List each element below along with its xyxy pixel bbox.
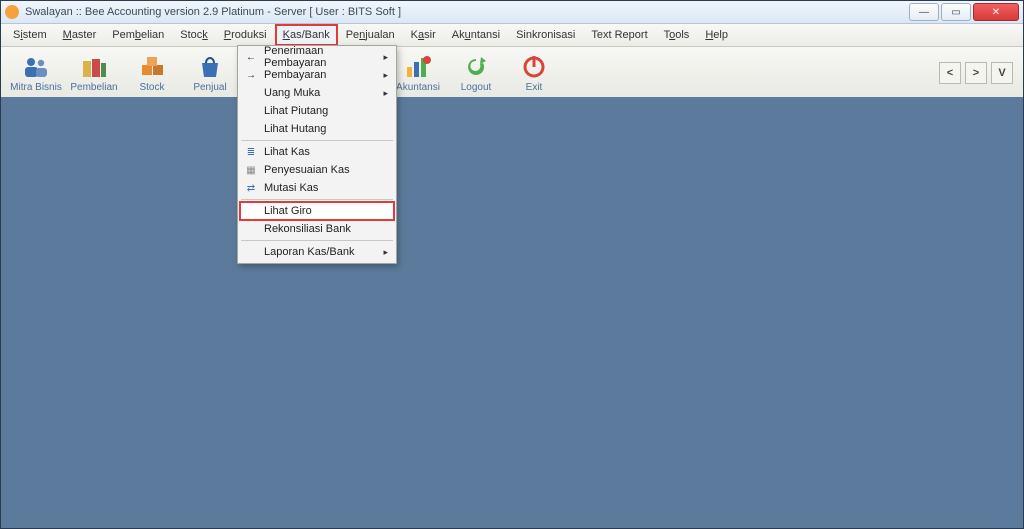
- dd-mutasi-kas[interactable]: ⇄ Mutasi Kas: [240, 179, 394, 197]
- workspace-area: [1, 97, 1023, 528]
- list-icon: ≣: [244, 145, 258, 159]
- toolbar-pembelian[interactable]: Pembelian: [65, 48, 123, 98]
- menu-stock[interactable]: Stock: [172, 24, 216, 46]
- app-icon: [5, 5, 19, 19]
- dd-label: Lihat Kas: [264, 146, 310, 158]
- people-icon: [21, 54, 51, 80]
- menu-akuntansi[interactable]: Akuntansi: [444, 24, 508, 46]
- dd-lihat-piutang[interactable]: Lihat Piutang: [240, 102, 394, 120]
- toolbar-label: Penjual: [193, 82, 226, 93]
- dd-uang-muka[interactable]: Uang Muka ▸: [240, 84, 394, 102]
- close-button[interactable]: ✕: [973, 3, 1019, 21]
- nav-dropdown-button[interactable]: V: [991, 62, 1013, 84]
- menu-text-report[interactable]: Text Report: [583, 24, 655, 46]
- toolbar-label: Pembelian: [70, 82, 117, 93]
- menu-produksi[interactable]: Produksi: [216, 24, 275, 46]
- dd-label: Lihat Piutang: [264, 105, 328, 117]
- dd-label: Pembayaran: [264, 69, 326, 81]
- dd-label: Lihat Giro: [264, 205, 312, 217]
- nav-next-button[interactable]: >: [965, 62, 987, 84]
- dd-laporan-kas-bank[interactable]: Laporan Kas/Bank ▸: [240, 243, 394, 261]
- dd-rekonsiliasi-bank[interactable]: Rekonsiliasi Bank: [240, 220, 394, 238]
- dd-label: Rekonsiliasi Bank: [264, 223, 351, 235]
- dropdown-separator: [241, 199, 393, 200]
- menu-bar: Sistem Master Pembelian Stock Produksi K…: [1, 24, 1023, 47]
- dd-lihat-kas[interactable]: ≣ Lihat Kas: [240, 143, 394, 161]
- toolbar-label: Logout: [461, 82, 492, 93]
- toolbar-akuntansi[interactable]: Akuntansi: [389, 48, 447, 98]
- dropdown-separator: [241, 140, 393, 141]
- dd-penerimaan-pembayaran[interactable]: ← Penerimaan Pembayaran ▸: [240, 48, 394, 66]
- toolbar-logout[interactable]: Logout: [447, 48, 505, 98]
- window-title: Swalayan :: Bee Accounting version 2.9 P…: [25, 6, 401, 18]
- toolbar-label: Mitra Bisnis: [10, 82, 62, 93]
- menu-master[interactable]: Master: [55, 24, 105, 46]
- dd-label: Penyesuaian Kas: [264, 164, 350, 176]
- books-icon: [79, 54, 109, 80]
- dd-pembayaran[interactable]: → Pembayaran ▸: [240, 66, 394, 84]
- dd-lihat-giro[interactable]: Lihat Giro: [240, 202, 394, 220]
- adjust-icon: ▦: [244, 163, 258, 177]
- minimize-button[interactable]: —: [909, 3, 939, 21]
- dd-label: Lihat Hutang: [264, 123, 326, 135]
- submenu-arrow-icon: ▸: [383, 247, 388, 258]
- menu-help[interactable]: Help: [697, 24, 736, 46]
- dd-lihat-hutang[interactable]: Lihat Hutang: [240, 120, 394, 138]
- arrow-left-icon: ←: [244, 50, 258, 64]
- dd-label: Mutasi Kas: [264, 182, 318, 194]
- toolbar-label: Exit: [526, 82, 543, 93]
- chart-icon: [403, 54, 433, 80]
- toolbar-exit[interactable]: Exit: [505, 48, 563, 98]
- toolbar-penjualan[interactable]: Penjual: [181, 48, 239, 98]
- bag-icon: [195, 54, 225, 80]
- menu-kasir[interactable]: Kasir: [403, 24, 444, 46]
- menu-tools[interactable]: Tools: [656, 24, 698, 46]
- submenu-arrow-icon: ▸: [383, 52, 388, 63]
- dd-label: Laporan Kas/Bank: [264, 246, 355, 258]
- menu-sinkronisasi[interactable]: Sinkronisasi: [508, 24, 583, 46]
- nav-prev-button[interactable]: <: [939, 62, 961, 84]
- submenu-arrow-icon: ▸: [383, 88, 388, 99]
- submenu-arrow-icon: ▸: [383, 70, 388, 81]
- power-icon: [519, 54, 549, 80]
- toolbar-label: Stock: [139, 82, 164, 93]
- maximize-button[interactable]: ▭: [941, 3, 971, 21]
- transfer-icon: ⇄: [244, 181, 258, 195]
- toolbar: Mitra Bisnis Pembelian Stock Penjual: [1, 47, 1023, 100]
- boxes-icon: [137, 54, 167, 80]
- arrow-right-icon: →: [244, 68, 258, 82]
- dd-label: Uang Muka: [264, 87, 320, 99]
- kas-bank-dropdown: ← Penerimaan Pembayaran ▸ → Pembayaran ▸…: [237, 45, 397, 264]
- toolbar-mitra-bisnis[interactable]: Mitra Bisnis: [7, 48, 65, 98]
- dd-penyesuaian-kas[interactable]: ▦ Penyesuaian Kas: [240, 161, 394, 179]
- toolbar-label: Akuntansi: [396, 82, 440, 93]
- menu-penjualan[interactable]: Penjualan: [338, 24, 403, 46]
- menu-pembelian[interactable]: Pembelian: [104, 24, 172, 46]
- menu-sistem[interactable]: Sistem: [5, 24, 55, 46]
- dropdown-separator: [241, 240, 393, 241]
- menu-kas-bank[interactable]: Kas/Bank: [275, 24, 338, 46]
- toolbar-stock[interactable]: Stock: [123, 48, 181, 98]
- refresh-icon: [461, 54, 491, 80]
